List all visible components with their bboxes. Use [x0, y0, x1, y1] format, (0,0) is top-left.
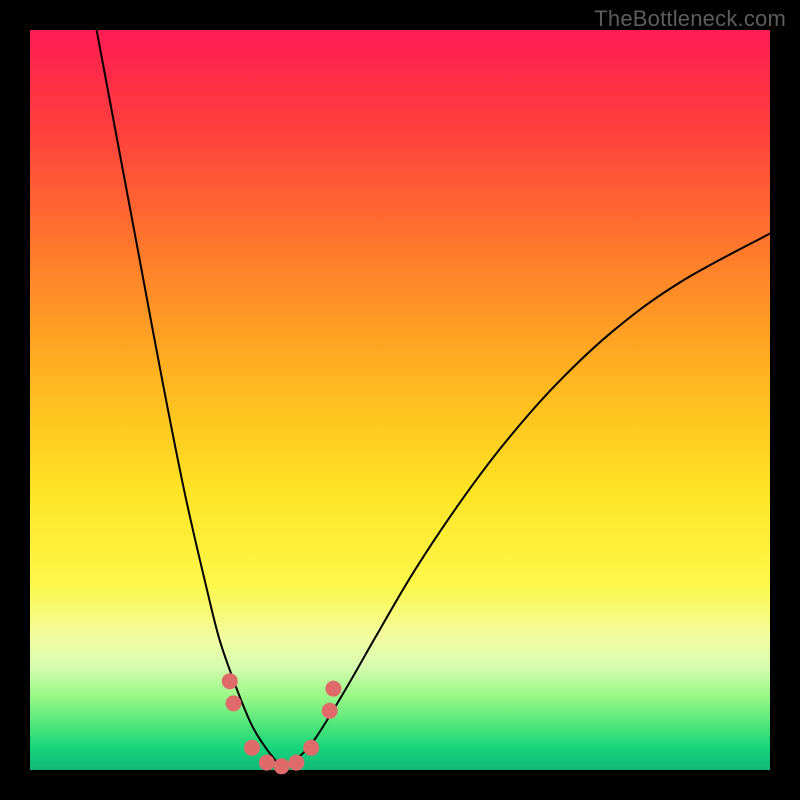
- data-marker: [259, 755, 275, 771]
- chart-frame: TheBottleneck.com: [0, 0, 800, 800]
- data-marker: [325, 681, 341, 697]
- curve-left-branch: [97, 30, 282, 766]
- data-marker: [222, 673, 238, 689]
- data-marker: [274, 758, 290, 774]
- curve-right-branch: [282, 234, 770, 767]
- curve-layer: [30, 30, 770, 770]
- plot-area: [30, 30, 770, 770]
- data-marker: [226, 695, 242, 711]
- data-marker: [244, 740, 260, 756]
- watermark-text: TheBottleneck.com: [594, 6, 786, 32]
- data-marker: [303, 740, 319, 756]
- data-marker: [322, 703, 338, 719]
- data-marker: [288, 755, 304, 771]
